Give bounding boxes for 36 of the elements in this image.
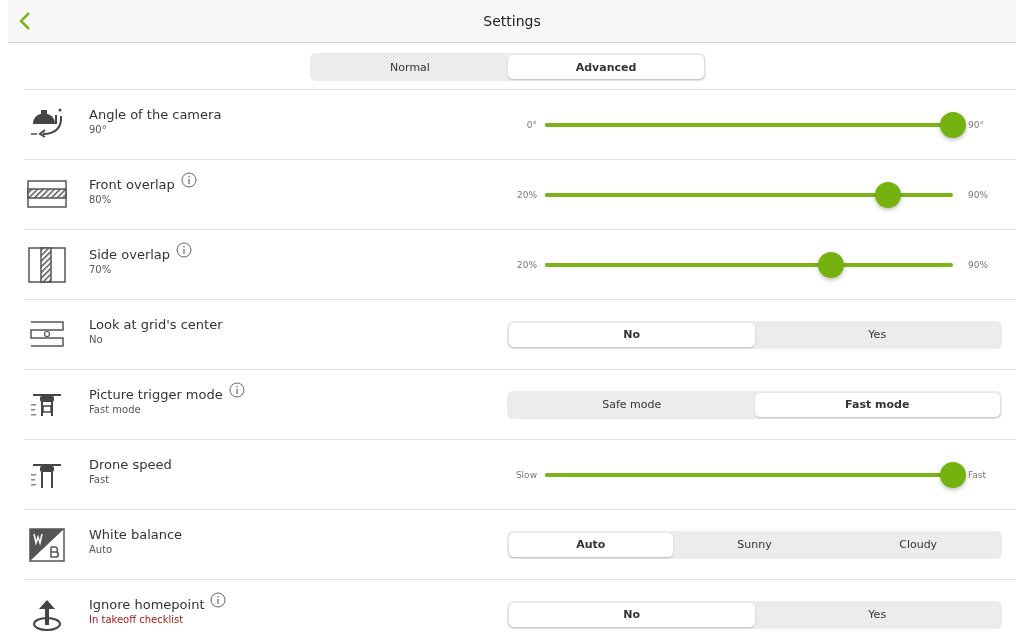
slider-min-label: Slow	[514, 469, 538, 480]
segment-option[interactable]: Yes	[754, 602, 1000, 627]
tab[interactable]: Normal	[312, 55, 508, 79]
setting-value: Fast mode	[89, 403, 142, 415]
setting-title: Look at grid's center	[89, 316, 223, 332]
setting-title: Picture trigger mode	[89, 386, 223, 402]
slider-max-label: 90%	[967, 189, 989, 200]
setting-value: In takeoff checklist	[89, 613, 185, 625]
setting-title: Drone speed	[89, 456, 172, 472]
setting-value: No	[89, 333, 104, 345]
slider-max-label: Fast	[967, 469, 988, 480]
setting-value: 90°	[89, 123, 108, 135]
screen-title: Settings	[483, 13, 541, 29]
segment-option[interactable]: Fast mode	[754, 392, 1000, 417]
setting-value: 70%	[89, 263, 113, 275]
segment-option[interactable]: Auto	[509, 532, 673, 557]
setting-value: Fast	[89, 473, 111, 485]
segment-option[interactable]: No	[509, 602, 755, 627]
setting-title: Front overlap	[89, 176, 175, 192]
setting-title: Ignore homepoint	[89, 596, 205, 612]
segment-option[interactable]: No	[509, 322, 755, 347]
slider-min-label: 0°	[525, 119, 538, 130]
slider-min-label: 20%	[516, 259, 538, 270]
slider-max-label: 90°	[967, 119, 985, 130]
tab[interactable]: Advanced	[508, 55, 704, 79]
segment-option[interactable]: Sunny	[672, 532, 837, 557]
slider-min-label: 20%	[516, 189, 538, 200]
setting-title: Angle of the camera	[89, 106, 222, 122]
segment-option[interactable]: Yes	[754, 322, 1000, 347]
segment-option[interactable]: Safe mode	[509, 392, 755, 417]
slider-max-label: 90%	[967, 259, 989, 270]
setting-value: 80%	[89, 193, 113, 205]
setting-value: Auto	[89, 543, 114, 555]
setting-title: Side overlap	[89, 246, 171, 262]
setting-title: White balance	[89, 526, 183, 542]
segment-option[interactable]: Cloudy	[836, 532, 1000, 557]
